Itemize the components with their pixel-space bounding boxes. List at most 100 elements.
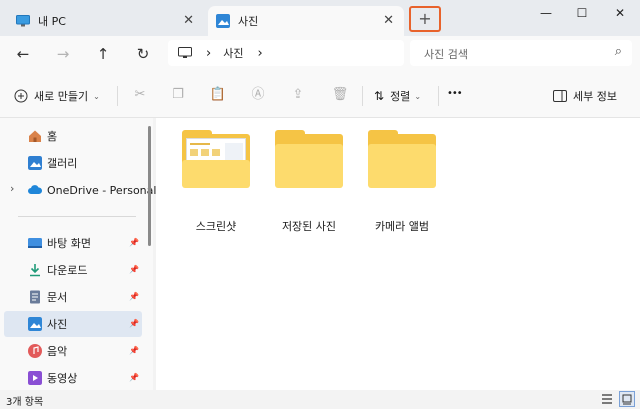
pin-icon[interactable]: 📌	[129, 265, 139, 274]
video-icon	[28, 371, 42, 385]
search-placeholder: 사진 검색	[424, 48, 468, 61]
large-icons-view-icon[interactable]	[619, 391, 635, 407]
sidebar-item-label: 음악	[47, 345, 68, 358]
monitor-icon	[178, 47, 192, 58]
sidebar-item-home[interactable]: 홈	[4, 123, 142, 149]
sidebar-item-documents[interactable]: 문서 📌	[4, 284, 142, 310]
more-options-icon[interactable]: •••	[447, 88, 463, 99]
folder-front	[275, 144, 343, 188]
item-count: 3개 항목	[6, 397, 44, 408]
chevron-down-icon: ⌄	[93, 91, 100, 101]
folder-item[interactable]: 저장된 사진	[261, 130, 357, 233]
divider	[362, 86, 363, 106]
sidebar-item-videos[interactable]: 동영상 📌	[4, 365, 142, 391]
pin-icon[interactable]: 📌	[129, 292, 139, 301]
documents-icon	[30, 290, 40, 304]
tab-close-icon[interactable]: ✕	[183, 13, 194, 28]
divider	[18, 216, 136, 217]
new-button[interactable]: 새로 만들기 ⌄	[14, 85, 100, 107]
sidebar-item-music[interactable]: 음악 📌	[4, 338, 142, 364]
details-label: 세부 정보	[573, 90, 617, 103]
sidebar-item-pictures[interactable]: 사진 📌	[4, 311, 142, 337]
share-icon[interactable]: ⇪	[288, 85, 308, 105]
folder-name: 저장된 사진	[281, 220, 337, 233]
pin-icon[interactable]: 📌	[129, 373, 139, 382]
breadcrumb-separator: ›	[257, 45, 263, 61]
pin-icon[interactable]: 📌	[129, 346, 139, 355]
details-view-icon[interactable]	[600, 392, 614, 406]
sidebar-item-label: 다운로드	[47, 264, 88, 277]
monitor-icon	[16, 15, 30, 27]
forward-arrow-icon[interactable]: →	[50, 42, 76, 66]
plus-circle-icon	[14, 89, 28, 103]
delete-icon[interactable]: 🗑	[330, 85, 350, 105]
navigation-bar: ← → ↑ ↻ › 사진 › 사진 검색 ⌕	[0, 36, 640, 72]
sidebar-item-label: 갤러리	[47, 157, 78, 170]
status-bar: 3개 항목	[0, 390, 640, 409]
command-bar: 새로 만들기 ⌄ ✂ ❐ 📋 Ⓐ ⇪ 🗑 ⇅ 정렬 ⌄ ••• 세부 정보	[0, 72, 640, 118]
divider	[117, 86, 118, 106]
sidebar-item-label: 사진	[47, 318, 68, 331]
pictures-icon	[216, 14, 230, 28]
pictures-icon	[28, 317, 42, 331]
sidebar-item-label: OneDrive - Personal	[47, 183, 157, 197]
gallery-icon	[28, 156, 42, 170]
address-bar[interactable]: › 사진 ›	[168, 40, 404, 66]
new-tab-button[interactable]: +	[409, 6, 441, 32]
close-window-icon[interactable]: ✕	[604, 2, 636, 24]
music-icon	[28, 344, 42, 358]
breadcrumb-separator: ›	[206, 45, 212, 61]
sidebar-item-gallery[interactable]: 갤러리	[4, 150, 142, 176]
folder-item[interactable]: 카메라 앨범	[354, 130, 450, 233]
divider	[438, 86, 439, 106]
new-button-label: 새로 만들기	[34, 90, 89, 103]
pin-icon[interactable]: 📌	[129, 319, 139, 328]
search-icon: ⌕	[614, 44, 622, 59]
maximize-icon[interactable]: ☐	[566, 2, 598, 24]
back-arrow-icon[interactable]: ←	[10, 42, 36, 66]
details-pane-icon	[553, 90, 567, 102]
tab-close-icon[interactable]: ✕	[383, 13, 394, 28]
rename-icon[interactable]: Ⓐ	[248, 85, 268, 105]
breadcrumb-current[interactable]: 사진	[223, 45, 243, 61]
file-list: 스크린샷 저장된 사진 카메라 앨범	[156, 118, 640, 390]
home-icon	[29, 130, 41, 142]
sidebar-item-label: 바탕 화면	[47, 237, 91, 250]
search-input[interactable]: 사진 검색 ⌕	[410, 40, 632, 66]
folder-name: 카메라 앨범	[374, 220, 430, 233]
refresh-icon[interactable]: ↻	[130, 42, 156, 66]
sidebar-item-downloads[interactable]: 다운로드 📌	[4, 257, 142, 283]
tab-my-pc[interactable]: 내 PC ✕	[8, 6, 204, 36]
sort-button[interactable]: ⇅ 정렬 ⌄	[374, 85, 421, 107]
paste-icon[interactable]: 📋	[208, 85, 228, 105]
up-arrow-icon[interactable]: ↑	[90, 42, 116, 66]
desktop-icon	[28, 238, 42, 248]
folder-tab	[275, 130, 305, 140]
sidebar-scrollbar[interactable]	[148, 126, 151, 246]
cut-icon[interactable]: ✂	[130, 85, 150, 105]
folder-tab	[368, 130, 398, 140]
tab-label: 내 PC	[38, 15, 66, 28]
tab-pictures[interactable]: 사진 ✕	[208, 6, 404, 36]
sidebar-item-label: 문서	[47, 291, 68, 304]
sidebar-item-desktop[interactable]: 바탕 화면 📌	[4, 230, 142, 256]
expand-chevron-icon[interactable]: ›	[10, 182, 14, 195]
sidebar-item-onedrive[interactable]: › OneDrive - Personal	[4, 177, 156, 203]
title-bar: 내 PC ✕ 사진 ✕ + — ☐ ✕	[0, 0, 640, 36]
navigation-pane: 홈 갤러리 › OneDrive - Personal 바탕 화면 📌 다운로드…	[0, 118, 156, 391]
tab-label: 사진	[238, 15, 259, 28]
folder-item[interactable]: 스크린샷	[168, 130, 264, 233]
cloud-icon	[28, 185, 42, 194]
details-pane-button[interactable]: 세부 정보	[553, 85, 617, 107]
download-icon	[30, 264, 40, 277]
pin-icon[interactable]: 📌	[129, 238, 139, 247]
chevron-down-icon: ⌄	[414, 91, 422, 101]
sidebar-item-label: 홈	[47, 130, 58, 143]
copy-icon[interactable]: ❐	[168, 85, 188, 105]
folder-name: 스크린샷	[195, 220, 237, 233]
sidebar-item-label: 동영상	[47, 372, 78, 385]
sort-label: 정렬	[390, 90, 411, 103]
sort-icon: ⇅	[374, 89, 385, 103]
minimize-icon[interactable]: —	[530, 2, 562, 24]
folder-front	[182, 160, 250, 188]
